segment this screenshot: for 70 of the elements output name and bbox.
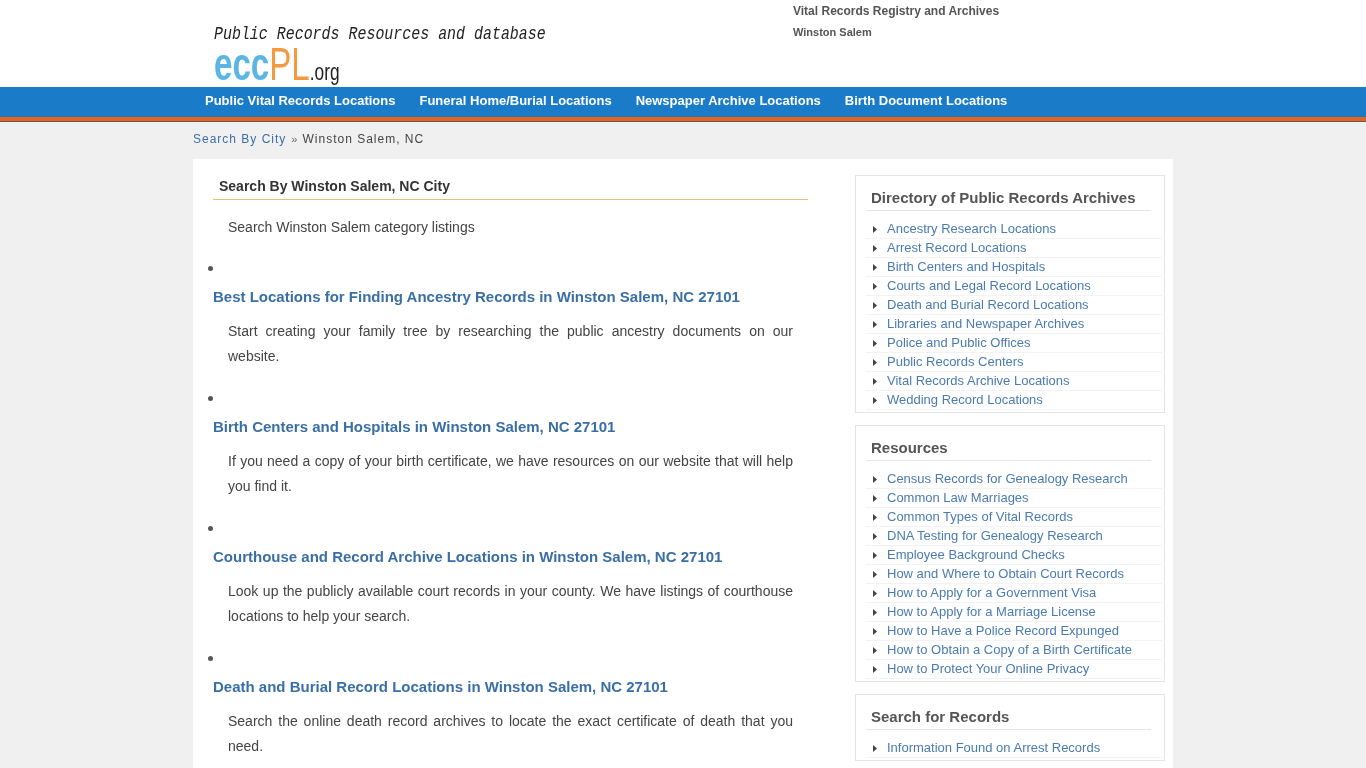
sidebar-link[interactable]: Ancestry Research Locations [887, 220, 1057, 238]
caret-right-icon [873, 225, 877, 233]
caret-right-icon [873, 396, 877, 404]
listing-link[interactable]: Birth Centers and Hospitals in Winston Salem, NC 27101 [213, 418, 616, 435]
intro-text: Search Winston Salem category listings [228, 219, 475, 235]
caret-right-icon [873, 301, 877, 309]
section-heading: Search By Winston Salem, NC City [219, 178, 450, 194]
bullet-icon [208, 395, 213, 401]
site-title: Vital Records Registry and Archives [793, 4, 1000, 18]
caret-right-icon [873, 494, 877, 502]
sidebar-link[interactable]: DNA Testing for Genealogy Research [887, 527, 1103, 545]
breadcrumb-separator: » [291, 132, 298, 147]
nav-link[interactable]: Birth Document Locations [832, 88, 1020, 114]
sidebar-link[interactable]: How to Protect Your Online Privacy [887, 660, 1090, 678]
caret-right-icon [873, 627, 877, 635]
caret-right-icon [873, 589, 877, 597]
listing-link[interactable]: Courthouse and Record Archive Locations in Winston Salem, NC 27101 [213, 548, 723, 565]
listing-description: If you need a copy of your birth certificate, we have resources on our website that will help you find it. [227, 452, 794, 496]
caret-right-icon [873, 263, 877, 271]
listing-description: Look up the publicly available court records in your county. We have listings of courthouse locations to help your search. [227, 582, 794, 626]
breadcrumb-link[interactable]: Search By City [193, 131, 287, 147]
sidebar-link[interactable]: Courts and Legal Record Locations [887, 277, 1091, 295]
nav-link[interactable]: Funeral Home/Burial Locations [407, 88, 624, 114]
caret-right-icon [873, 665, 877, 673]
location-label: Winston Salem [793, 26, 872, 38]
sidebar-link[interactable]: Police and Public Offices [887, 334, 1031, 352]
sidebar-link[interactable]: How to Have a Police Record Expunged [887, 622, 1119, 640]
sidebar-link[interactable]: Census Records for Genealogy Research [887, 470, 1128, 488]
sidebar-link[interactable]: Vital Records Archive Locations [887, 372, 1070, 390]
nav-link[interactable]: Newspaper Archive Locations [623, 88, 833, 114]
sidebar-heading: Resources [871, 439, 948, 456]
listing-description: Search the online death record archives to locate the exact certificate of death that you need. [227, 712, 794, 756]
sidebar-link[interactable]: Common Law Marriages [887, 489, 1029, 507]
bullet-icon [208, 265, 213, 271]
caret-right-icon [873, 532, 877, 540]
caret-right-icon [873, 339, 877, 347]
caret-right-icon [873, 377, 877, 385]
sidebar-link[interactable]: Arrest Record Locations [887, 239, 1027, 257]
listing-description: Start creating your family tree by researching the public ancestry documents on our website. [227, 322, 794, 366]
caret-right-icon [873, 475, 877, 483]
bullet-icon [208, 525, 213, 531]
caret-right-icon [873, 608, 877, 616]
sidebar-link[interactable]: Public Records Centers [887, 353, 1024, 371]
sidebar-link[interactable]: How and Where to Obtain Court Records [887, 565, 1124, 583]
listing-link[interactable]: Best Locations for Finding Ancestry Records in Winston Salem, NC 27101 [213, 288, 740, 305]
sidebar-link[interactable]: Common Types of Vital Records [887, 508, 1073, 526]
sidebar-link[interactable]: How to Apply for a Marriage License [887, 603, 1096, 621]
caret-right-icon [873, 358, 877, 366]
sidebar-link[interactable]: How to Obtain a Copy of a Birth Certificate [887, 641, 1132, 659]
caret-right-icon [873, 570, 877, 578]
caret-right-icon [873, 646, 877, 654]
caret-right-icon [873, 320, 877, 328]
sidebar-link[interactable]: Information Found on Arrest Records [887, 739, 1101, 757]
sidebar-link[interactable]: Employee Background Checks [887, 546, 1065, 564]
sidebar-link[interactable]: Birth Centers and Hospitals [887, 258, 1046, 276]
sidebar-heading: Search for Records [871, 708, 1010, 725]
caret-right-icon [873, 551, 877, 559]
caret-right-icon [873, 744, 877, 752]
breadcrumb-current: Winston Salem, NC [302, 131, 425, 147]
sidebar-heading: Directory of Public Records Archives [871, 189, 1136, 206]
sidebar-link[interactable]: Death and Burial Record Locations [887, 296, 1089, 314]
caret-right-icon [873, 513, 877, 521]
caret-right-icon [873, 282, 877, 290]
listing-link[interactable]: Death and Burial Record Locations in Winston Salem, NC 27101 [213, 678, 668, 695]
site-tagline: Public Records Resources and database [214, 25, 546, 43]
sidebar-link[interactable]: How to Apply for a Government Visa [887, 584, 1097, 602]
sidebar-link[interactable]: Libraries and Newspaper Archives [887, 315, 1085, 333]
caret-right-icon [873, 244, 877, 252]
sidebar-link[interactable]: Wedding Record Locations [887, 391, 1043, 409]
bullet-icon [208, 655, 213, 661]
